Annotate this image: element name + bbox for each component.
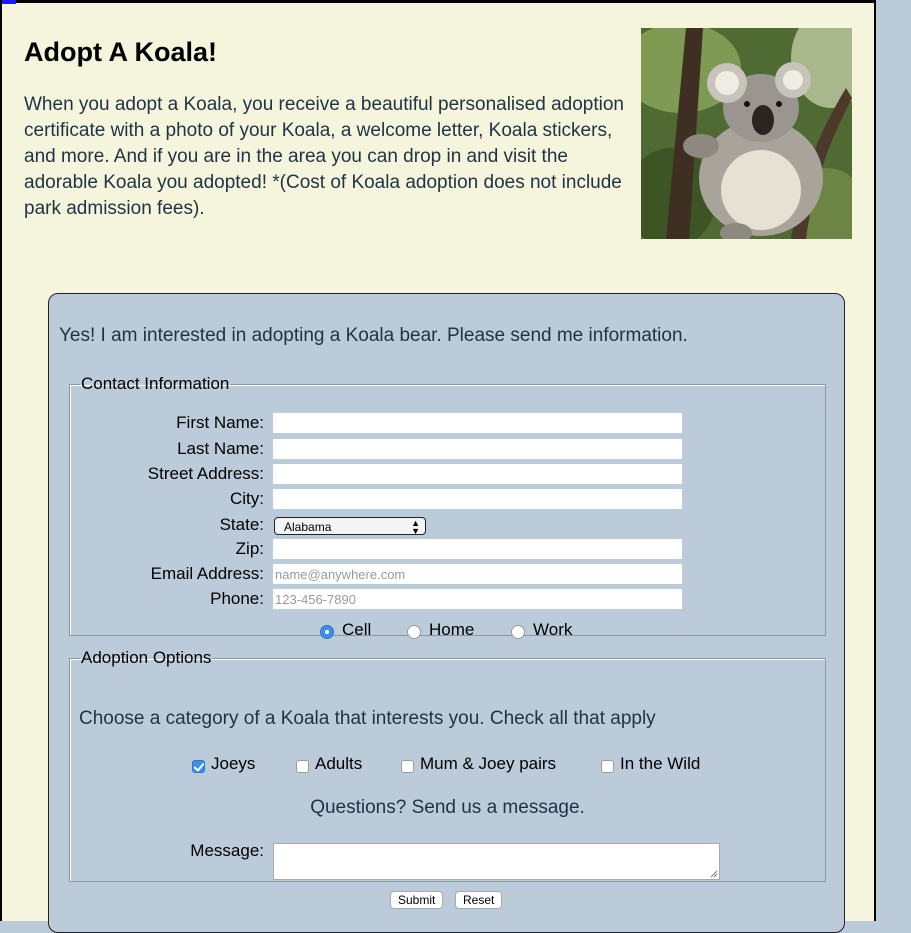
checkbox-adults-label: Adults <box>315 754 363 773</box>
first-name-row: First Name: <box>70 412 825 434</box>
radio-work-label: Work <box>533 620 573 639</box>
page-title: Adopt A Koala! <box>24 37 217 67</box>
questions-text: Questions? Send us a message. <box>310 797 585 818</box>
zip-input[interactable] <box>273 539 682 559</box>
contact-legend: Contact Information <box>81 374 230 393</box>
checkbox-mum-joey-label: Mum & Joey pairs <box>420 754 557 773</box>
last-name-label: Last Name: <box>177 439 264 458</box>
phone-input[interactable] <box>273 589 682 609</box>
select-arrows-icon: ▲ ▼ <box>411 518 420 536</box>
radio-home-label: Home <box>429 620 475 639</box>
first-name-label: First Name: <box>176 413 264 432</box>
state-row: State: Alabama ▲ ▼ <box>70 514 825 536</box>
email-input[interactable] <box>273 564 682 584</box>
submit-button[interactable]: Submit <box>390 891 444 909</box>
street-label: Street Address: <box>147 464 264 483</box>
corner-mark <box>2 0 16 4</box>
street-input[interactable] <box>273 464 682 484</box>
radio-cell-label: Cell <box>342 620 372 639</box>
zip-row: Zip: <box>70 538 825 560</box>
state-select[interactable]: Alabama ▲ ▼ <box>274 517 426 536</box>
message-textarea[interactable] <box>273 843 720 880</box>
options-fieldset: Adoption Options Choose a category of a … <box>69 648 826 882</box>
checkbox-joeys-label: Joeys <box>211 754 256 773</box>
city-input[interactable] <box>273 489 682 509</box>
choose-text: Choose a category of a Koala that intere… <box>79 708 656 729</box>
phone-row: Phone: <box>70 588 825 610</box>
checkbox-in-wild-box[interactable] <box>601 760 614 773</box>
radio-home-dot[interactable] <box>407 625 421 639</box>
adoption-form: Yes! I am interested in adopting a Koala… <box>48 293 845 933</box>
koala-image <box>641 28 852 239</box>
koala-photo <box>641 28 852 239</box>
message-label: Message: <box>190 841 264 860</box>
phone-label: Phone: <box>210 589 264 608</box>
state-label: State: <box>219 515 264 534</box>
city-row: City: <box>70 488 825 510</box>
email-row: Email Address: <box>70 563 825 585</box>
first-name-input[interactable] <box>273 413 682 433</box>
street-row: Street Address: <box>70 463 825 485</box>
resize-grip-icon[interactable] <box>710 870 718 878</box>
checkbox-adults-box[interactable] <box>296 760 309 773</box>
options-legend: Adoption Options <box>81 648 212 667</box>
intro-paragraph: When you adopt a Koala, you receive a be… <box>24 94 624 219</box>
checkbox-joeys-box[interactable] <box>192 760 205 773</box>
reset-button[interactable]: Reset <box>455 891 503 909</box>
email-label: Email Address: <box>150 564 264 583</box>
page-container: Adopt A Koala! When you adopt a Koala, y… <box>0 0 876 933</box>
contact-fieldset: Contact Information First Name: Last Nam… <box>69 374 826 639</box>
radio-cell-dot[interactable] <box>320 625 334 639</box>
checkbox-mum-joey-box[interactable] <box>401 760 414 773</box>
city-label: City: <box>230 489 264 508</box>
radio-work-dot[interactable] <box>511 625 525 639</box>
last-name-row: Last Name: <box>70 438 825 460</box>
checkbox-in-wild-label: In the Wild <box>620 754 701 773</box>
zip-label: Zip: <box>235 539 264 558</box>
interest-text: Yes! I am interested in adopting a Koala… <box>59 325 688 346</box>
state-selected-value: Alabama <box>284 520 332 534</box>
last-name-input[interactable] <box>273 439 682 459</box>
